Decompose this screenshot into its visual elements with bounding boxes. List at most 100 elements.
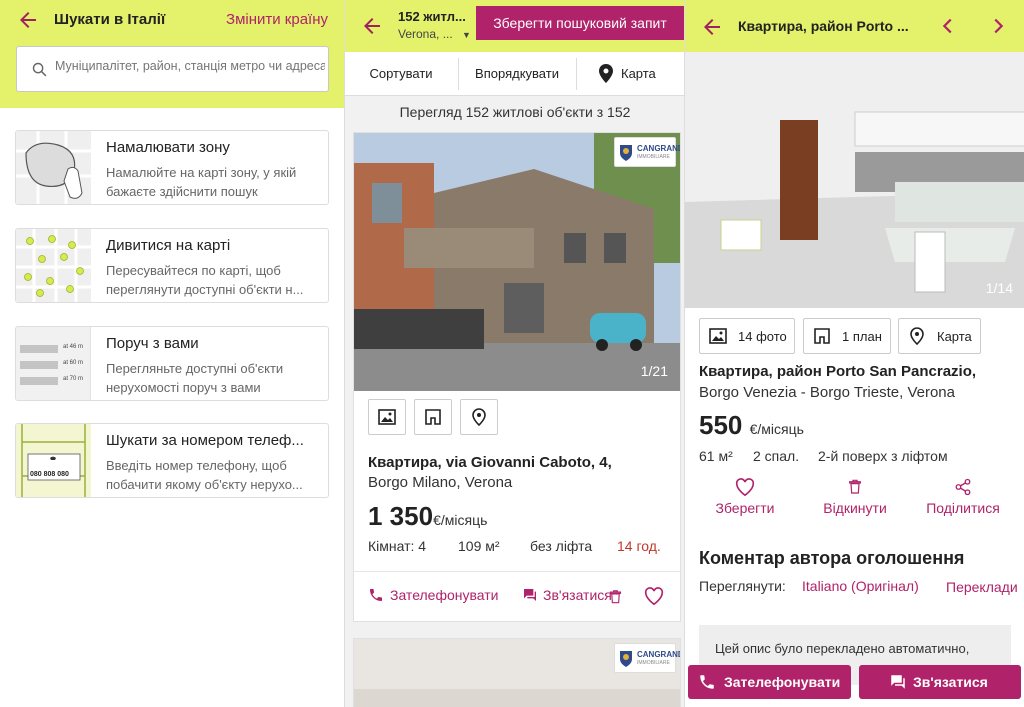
bedrooms-feature: 2 спал. <box>753 448 800 464</box>
listing-price: 550 €/місяць <box>699 410 804 441</box>
translate-link[interactable]: Переклади <box>946 578 1018 596</box>
order-button[interactable]: Впорядкувати <box>459 52 575 96</box>
apartment-photo <box>685 52 1024 308</box>
listing-photo[interactable]: CANGRANDE IMMOBILIARE 1/21 <box>354 133 680 391</box>
map-label: Карта <box>621 66 656 81</box>
photos-button[interactable] <box>368 399 406 435</box>
listing-age: 14 год. <box>617 538 661 554</box>
distance-label: at 60 m <box>63 360 84 366</box>
agency-sub: IMMOBILIARE <box>637 660 670 666</box>
price-value: 550 <box>699 410 743 440</box>
change-country-link[interactable]: Змінити країну <box>226 11 328 28</box>
save-listing-button[interactable]: Зберегти <box>695 478 795 516</box>
phone-icon <box>370 589 382 601</box>
divider <box>354 571 680 572</box>
location-pin-icon <box>910 327 924 345</box>
chat-icon <box>891 675 905 689</box>
search-options-screen: Шукати в Італії Змінити країну Намалюват… <box>0 0 344 707</box>
area-feature: 109 м² <box>458 538 500 554</box>
listing-card[interactable]: CANGRANDE IMMOBILIARE <box>353 638 681 707</box>
distance-bar <box>20 377 58 385</box>
map-location-button[interactable] <box>460 399 498 435</box>
agency-sub: IMMOBILIARE <box>637 154 670 160</box>
listing-address: Borgo Milano, Verona <box>368 474 513 491</box>
option-phone-search[interactable]: 080 808 080 Шукати за номером телеф... В… <box>15 423 329 498</box>
photos-button[interactable]: 14 фото <box>699 318 795 354</box>
option-near-you[interactable]: at 46 m at 60 m at 70 m Поруч з вами Пер… <box>15 326 329 401</box>
lion-crest-icon <box>620 651 632 667</box>
discard-listing-button[interactable]: Відкинути <box>805 478 905 516</box>
floorplan-button[interactable]: 1 план <box>803 318 891 354</box>
floorplan-label: 1 план <box>842 329 882 344</box>
sort-button[interactable]: Сортувати <box>345 52 457 96</box>
distance-label: at 46 m <box>63 344 84 350</box>
phone-icon <box>700 675 714 689</box>
previous-listing-icon[interactable] <box>937 14 959 38</box>
option-view-map[interactable]: Дивитися на карті Пересувайтеся по карті… <box>15 228 329 303</box>
agency-name: CANGRANDE <box>637 650 680 659</box>
trash-icon <box>609 590 622 604</box>
back-arrow-icon[interactable] <box>16 8 40 32</box>
listing-address: Borgo Venezia - Borgo Trieste, Verona <box>699 384 955 401</box>
image-icon <box>378 409 396 425</box>
next-listing-icon[interactable] <box>987 14 1009 38</box>
chevron-down-icon: ▼ <box>462 30 471 40</box>
photo-counter: 1/14 <box>985 280 1013 296</box>
author-comment-heading: Коментар автора оголошення <box>699 548 965 568</box>
location-dropdown[interactable]: Verona, ... ▼ <box>398 27 471 41</box>
map-button[interactable]: Карта <box>898 318 981 354</box>
location-pin-icon <box>472 408 486 426</box>
phone-thumbnail: 080 808 080 <box>16 424 91 497</box>
contact-button[interactable]: Зв'язатися <box>859 665 1021 699</box>
heart-icon <box>644 587 664 605</box>
price-unit: €/місяць <box>749 421 804 437</box>
page-title: Шукати в Італії <box>54 11 166 28</box>
back-arrow-icon[interactable] <box>360 14 384 38</box>
translation-note-text: Цей опис було перекладено автоматично, <box>715 641 970 656</box>
listing-card[interactable]: CANGRANDE IMMOBILIARE 1/21 Квартира, via… <box>353 132 681 622</box>
option-draw-zone[interactable]: Намалювати зону Намалюйте на карті зону,… <box>15 130 329 205</box>
listing-title: Квартира, район Porto San Pancrazio, <box>699 363 977 380</box>
listing-photo[interactable]: 1/14 <box>685 52 1024 308</box>
floorplan-icon <box>814 328 830 344</box>
location-text: Verona, ... <box>398 27 453 41</box>
option-description: Пересувайтеся по карті, щоб переглянути … <box>106 263 304 297</box>
back-arrow-icon[interactable] <box>700 15 724 39</box>
call-label: Зателефонувати <box>390 587 499 603</box>
distance-bar <box>20 361 58 369</box>
share-listing-button[interactable]: Поділитися <box>913 478 1013 516</box>
contact-label: Зв'язатися <box>543 587 612 603</box>
map-thumbnail <box>16 229 91 302</box>
floor-feature: 2-й поверх з ліфтом <box>818 448 948 464</box>
lion-crest-icon <box>620 145 632 161</box>
floorplan-button[interactable] <box>414 399 452 435</box>
save-label: Зберегти <box>715 500 775 516</box>
discard-label: Відкинути <box>823 500 887 516</box>
draw-zone-thumbnail <box>16 131 91 204</box>
option-title: Намалювати зону <box>106 139 230 156</box>
results-header: 152 житл... Verona, ... ▼ Зберегти пошук… <box>345 0 684 52</box>
map-label: Карта <box>937 329 972 344</box>
agency-name: CANGRANDE <box>637 144 680 153</box>
lift-feature: без ліфта <box>530 538 593 554</box>
results-list-screen: 152 житл... Verona, ... ▼ Зберегти пошук… <box>344 0 684 707</box>
results-summary: Перегляд 152 житлові об'єкти з 152 <box>399 104 631 120</box>
option-description: Перегляньте доступні об'єкти нерухомості… <box>106 361 284 395</box>
listing-title[interactable]: Квартира, via Giovanni Caboto, 4, <box>368 454 612 471</box>
location-search[interactable] <box>16 46 329 92</box>
view-label: Переглянути: <box>699 578 786 594</box>
photos-label: 14 фото <box>738 329 787 344</box>
price-value: 1 350 <box>368 501 434 531</box>
photo-counter: 1/21 <box>640 363 668 379</box>
save-search-button[interactable]: Зберегти пошуковий запит <box>476 6 684 40</box>
phone-sample: 080 808 080 <box>30 471 69 478</box>
call-button[interactable]: Зателефонувати <box>688 665 851 699</box>
price-unit: €/місяць <box>433 512 488 528</box>
search-input[interactable] <box>55 59 325 73</box>
original-language-link[interactable]: Italiano (Оригінал) <box>802 578 919 594</box>
agency-logo: CANGRANDE IMMOBILIARE <box>614 137 680 167</box>
search-header: Шукати в Італії Змінити країну <box>0 0 344 108</box>
search-icon <box>32 62 47 77</box>
map-button[interactable]: Карта <box>577 52 684 96</box>
option-title: Поруч з вами <box>106 335 199 352</box>
